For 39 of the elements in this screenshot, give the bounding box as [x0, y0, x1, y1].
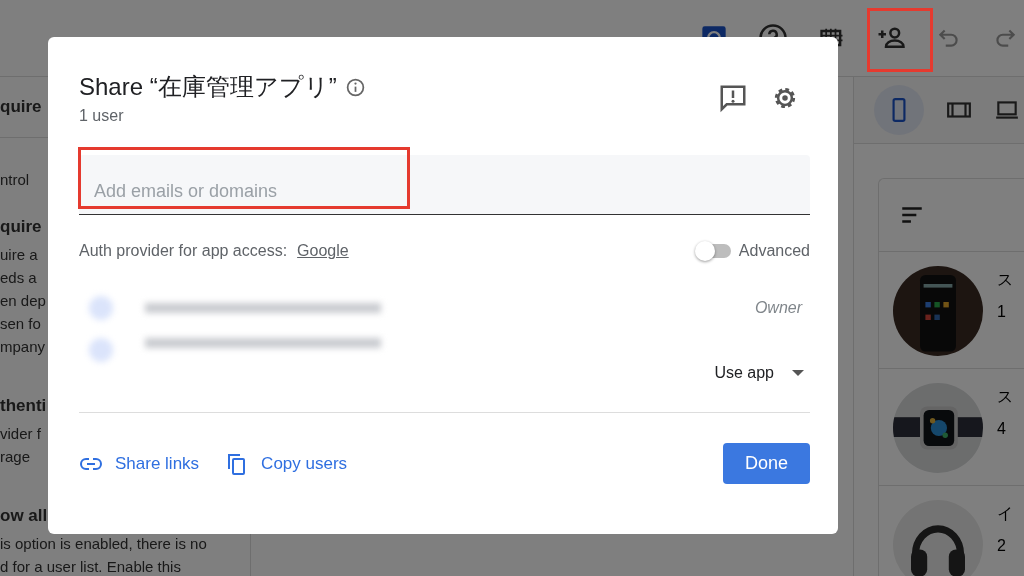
- user-avatar: [89, 338, 113, 362]
- done-button[interactable]: Done: [723, 443, 810, 484]
- google-link[interactable]: Google: [297, 242, 349, 260]
- item-title: イ: [997, 504, 1013, 524]
- advanced-label: Advanced: [738, 242, 810, 260]
- description-text: vider f: [0, 424, 41, 444]
- description-text: rage: [0, 447, 31, 467]
- highlight-frame: [867, 8, 933, 72]
- dialog-title: Share “在庫管理アプリ”: [79, 72, 337, 102]
- item-title: ス: [997, 270, 1013, 290]
- description-text: ntrol: [0, 170, 30, 190]
- feedback-icon[interactable]: [718, 83, 748, 113]
- copy-users-button[interactable]: Copy users: [225, 451, 348, 476]
- description-text: en dep: [0, 291, 46, 311]
- item-count: 2: [997, 537, 1007, 555]
- user-avatar: [89, 296, 113, 320]
- section-heading: ow all: [0, 506, 48, 526]
- info-icon[interactable]: [344, 76, 366, 98]
- role-label: Owner: [754, 299, 802, 317]
- section-heading: thenti: [0, 396, 47, 416]
- description-text: d for a user list. Enable this: [0, 557, 181, 576]
- description-text: sen fo: [0, 314, 41, 334]
- access-dropdown[interactable]: Use app: [714, 364, 804, 382]
- item-count: 1: [997, 303, 1007, 321]
- description-text: mpany: [0, 337, 46, 357]
- toggle-switch[interactable]: [696, 244, 731, 258]
- user-count: 1 user: [79, 107, 125, 125]
- email-input-field[interactable]: Add emails or domains: [79, 155, 810, 215]
- item-title: ス: [997, 387, 1013, 407]
- item-count: 4: [997, 420, 1007, 438]
- dropdown-arrow-icon: [792, 370, 804, 376]
- description-text: uire a: [0, 245, 38, 265]
- description-text: is option is enabled, there is no: [0, 534, 207, 554]
- description-text: eds a: [0, 268, 37, 288]
- share-links-button[interactable]: Share links: [79, 451, 200, 476]
- section-heading: quire: [0, 217, 42, 237]
- auth-provider-label: Auth provider for app access:: [79, 242, 288, 260]
- phone-view-button[interactable]: [874, 85, 924, 135]
- section-heading: quire: [0, 97, 42, 117]
